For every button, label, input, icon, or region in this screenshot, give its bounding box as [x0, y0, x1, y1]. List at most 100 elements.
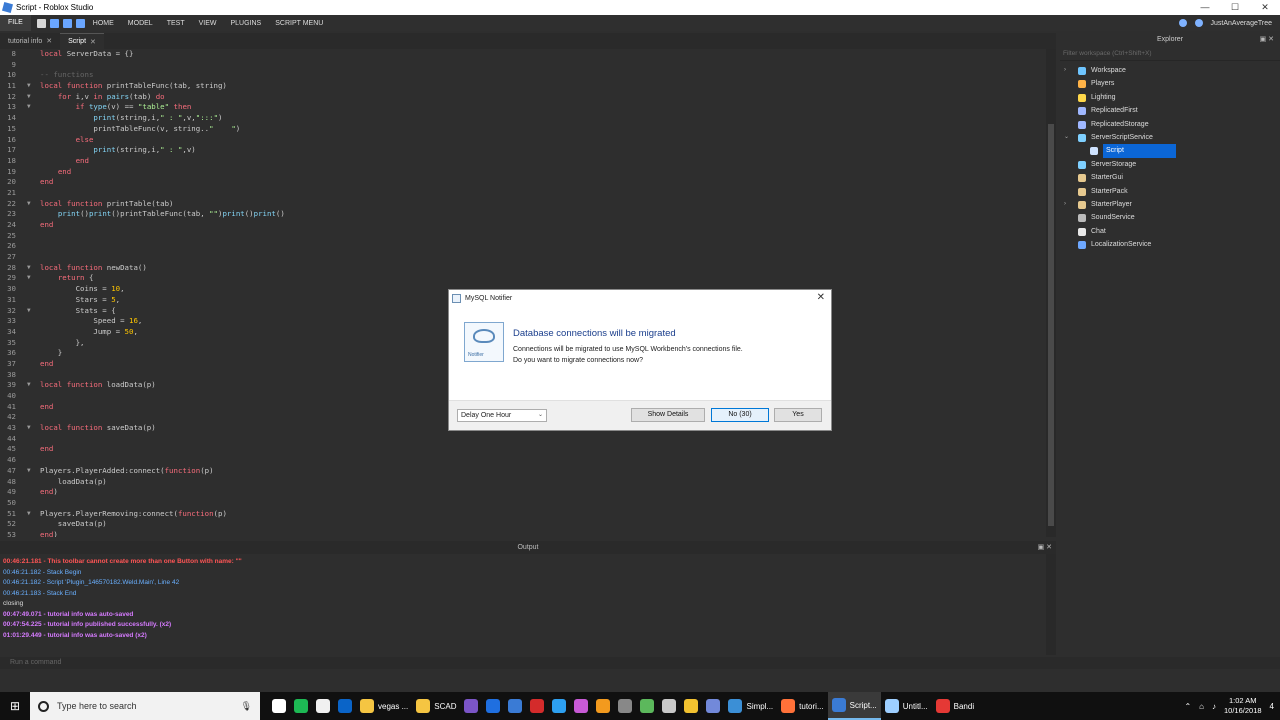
code-line[interactable]: 53 end)	[0, 530, 1046, 537]
code-line[interactable]: 44	[0, 434, 1046, 445]
code-line[interactable]: 23 print()print()printTableFunc(tab, "")…	[0, 209, 1046, 220]
code-line[interactable]: 28 ▼ local function newData()	[0, 263, 1046, 274]
expand-arrow-icon[interactable]: ›	[1064, 64, 1066, 77]
minimize-icon[interactable]: —	[1190, 0, 1220, 15]
yes-button[interactable]: Yes	[774, 408, 822, 422]
doc-tab-tutorial-info[interactable]: tutorial info ✕	[0, 33, 60, 49]
taskbar-app[interactable]: SCAD	[412, 692, 460, 720]
code-line[interactable]: 51 ▼ Players.PlayerRemoving:connect(functi…	[0, 509, 1046, 520]
close-icon[interactable]: ✕	[1250, 0, 1280, 15]
code-line[interactable]: 13 ▼ if type(v) == "table" then	[0, 102, 1046, 113]
taskbar-app[interactable]: Bandi	[932, 692, 978, 720]
code-line[interactable]: 8 local ServerData = {}	[0, 49, 1046, 60]
close-tab-icon[interactable]: ✕	[90, 38, 96, 46]
publish-icon[interactable]	[75, 18, 85, 28]
explorer-item-chat[interactable]: Chat	[1060, 225, 1280, 238]
delay-select[interactable]: Delay One Hour ⌄	[457, 409, 547, 422]
maximize-icon[interactable]: ☐	[1220, 0, 1250, 15]
taskbar-search[interactable]: Type here to search 🎙	[30, 692, 260, 720]
explorer-item-players[interactable]: Players	[1060, 77, 1280, 90]
help-icon[interactable]	[1178, 19, 1187, 27]
taskbar-app[interactable]	[460, 692, 482, 720]
taskbar-app[interactable]	[592, 692, 614, 720]
explorer-item-workspace[interactable]: › Workspace	[1060, 64, 1280, 77]
taskbar-app[interactable]: Script...	[827, 692, 881, 720]
code-line[interactable]: 24 end	[0, 220, 1046, 231]
explorer-item-starterplayer[interactable]: › StarterPlayer	[1060, 198, 1280, 211]
undo-icon[interactable]	[49, 18, 59, 28]
taskbar-app[interactable]	[658, 692, 680, 720]
windows-start-icon[interactable]: ⊞	[0, 699, 30, 713]
code-line[interactable]: 46	[0, 455, 1046, 466]
taskbar-app[interactable]: Simpl...	[724, 692, 777, 720]
fold-toggle-icon[interactable]: ▼	[27, 102, 31, 113]
fold-toggle-icon[interactable]: ▼	[27, 380, 31, 391]
fold-toggle-icon[interactable]: ▼	[27, 199, 31, 210]
tab-script-menu[interactable]: SCRIPT MENU	[275, 20, 323, 27]
code-line[interactable]: 49 end)	[0, 487, 1046, 498]
taskbar-app[interactable]	[636, 692, 658, 720]
tab-model[interactable]: MODEL	[128, 20, 153, 27]
taskbar-app[interactable]	[482, 692, 504, 720]
code-line[interactable]: 15 printTableFunc(v, string.." ")	[0, 124, 1046, 135]
output-scrollbar[interactable]	[1046, 554, 1056, 655]
panel-controls-icon[interactable]: ▣ ✕	[1038, 541, 1052, 554]
chevron-up-icon[interactable]: ⌃	[1184, 702, 1191, 711]
fold-toggle-icon[interactable]: ▼	[27, 81, 31, 92]
fold-toggle-icon[interactable]: ▼	[27, 306, 31, 317]
code-line[interactable]: 25	[0, 231, 1046, 242]
fold-toggle-icon[interactable]: ▼	[27, 92, 31, 103]
code-line[interactable]: 11 ▼ local function printTableFunc(tab, st…	[0, 81, 1046, 92]
code-line[interactable]: 19 end	[0, 167, 1046, 178]
taskbar-app[interactable]: Untitl...	[881, 692, 932, 720]
taskbar-app[interactable]	[614, 692, 636, 720]
code-line[interactable]: 45 end	[0, 444, 1046, 455]
no-button[interactable]: No (30)	[711, 408, 769, 422]
taskbar-app[interactable]	[548, 692, 570, 720]
code-line[interactable]: 16 else	[0, 135, 1046, 146]
code-line[interactable]: 26	[0, 241, 1046, 252]
code-line[interactable]: 29 ▼ return {	[0, 273, 1046, 284]
share-icon[interactable]	[1194, 19, 1203, 27]
taskbar-app[interactable]	[268, 692, 290, 720]
microphone-icon[interactable]: 🎙	[241, 701, 252, 712]
explorer-item-startergui[interactable]: StarterGui	[1060, 171, 1280, 184]
code-line[interactable]: 48 loadData(p)	[0, 477, 1046, 488]
editor-scrollbar-thumb[interactable]	[1048, 124, 1054, 526]
code-line[interactable]: 50	[0, 498, 1046, 509]
taskbar-app[interactable]: tutori...	[777, 692, 827, 720]
taskbar-app[interactable]	[526, 692, 548, 720]
new-file-icon[interactable]	[36, 18, 46, 28]
taskbar-app[interactable]	[312, 692, 334, 720]
doc-tab-script[interactable]: Script ✕	[60, 33, 104, 49]
fold-toggle-icon[interactable]: ▼	[27, 509, 31, 520]
code-line[interactable]: 22 ▼ local function printTable(tab)	[0, 199, 1046, 210]
explorer-item-soundservice[interactable]: SoundService	[1060, 211, 1280, 224]
taskbar-app[interactable]	[504, 692, 526, 720]
explorer-item-localizationservice[interactable]: LocalizationService	[1060, 238, 1280, 251]
explorer-item-lighting[interactable]: Lighting	[1060, 91, 1280, 104]
code-line[interactable]: 17 print(string,i," : ",v)	[0, 145, 1046, 156]
fold-toggle-icon[interactable]: ▼	[27, 273, 31, 284]
dialog-close-icon[interactable]: ✕	[817, 292, 825, 303]
code-line[interactable]: 10 -- functions	[0, 70, 1046, 81]
output-panel[interactable]: 00:46:21.181 - This toolbar cannot creat…	[0, 554, 1046, 655]
code-line[interactable]: 18 end	[0, 156, 1046, 167]
editor-scrollbar[interactable]	[1046, 49, 1056, 537]
expand-arrow-icon[interactable]: ⌄	[1064, 131, 1069, 144]
file-menu[interactable]: FILE	[0, 15, 31, 31]
tab-test[interactable]: TEST	[167, 20, 185, 27]
code-line[interactable]: 12 ▼ for i,v in pairs(tab) do	[0, 92, 1046, 103]
code-line[interactable]: 14 print(string,i," : ",v,":::")	[0, 113, 1046, 124]
volume-icon[interactable]: ♪	[1212, 702, 1216, 711]
fold-toggle-icon[interactable]: ▼	[27, 466, 31, 477]
code-line[interactable]: 52 saveData(p)	[0, 519, 1046, 530]
redo-icon[interactable]	[62, 18, 72, 28]
username[interactable]: JustAnAverageTree	[1211, 20, 1272, 27]
code-line[interactable]: 20 end	[0, 177, 1046, 188]
taskbar-app[interactable]	[334, 692, 356, 720]
network-icon[interactable]: ⌂	[1199, 702, 1204, 711]
tab-plugins[interactable]: PLUGINS	[230, 20, 261, 27]
code-line[interactable]: 47 ▼ Players.PlayerAdded:connect(function(…	[0, 466, 1046, 477]
explorer-item-serverscriptservice[interactable]: ⌄ ServerScriptService	[1060, 131, 1280, 144]
